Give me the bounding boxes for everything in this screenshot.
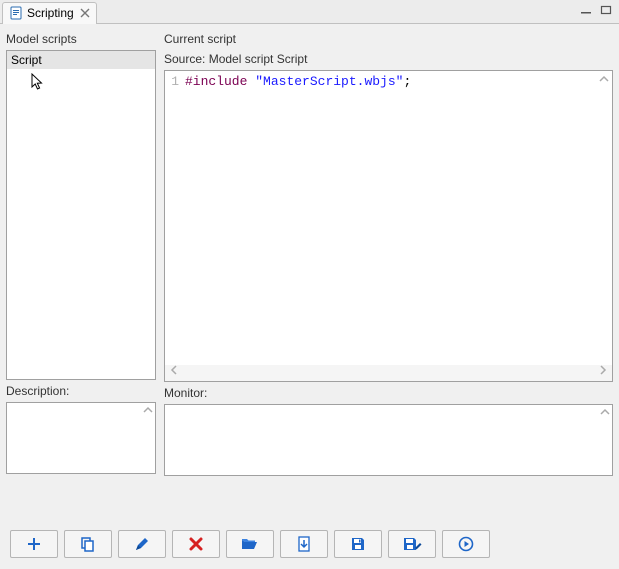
scroll-up-icon [598, 405, 612, 419]
plus-icon [26, 536, 42, 552]
open-button[interactable] [226, 530, 274, 558]
add-button[interactable] [10, 530, 58, 558]
close-tab-icon[interactable] [80, 8, 90, 18]
scroll-right-icon [594, 365, 612, 381]
pencil-icon [134, 536, 150, 552]
tab-bar: Scripting [0, 0, 619, 24]
edit-button[interactable] [118, 530, 166, 558]
copy-button[interactable] [64, 530, 112, 558]
run-button[interactable] [442, 530, 490, 558]
current-script-label: Current script [164, 32, 613, 46]
x-icon [188, 536, 204, 552]
model-scripts-list[interactable]: Script [6, 50, 156, 380]
play-circle-icon [458, 536, 474, 552]
toolbar [0, 524, 619, 564]
floppy-pencil-icon [402, 536, 422, 552]
right-panel: Current script Source: Model script Scri… [164, 30, 613, 518]
scroll-up-icon [596, 71, 612, 87]
editor-content[interactable]: #include "MasterScript.wbjs"; [185, 73, 596, 90]
mouse-cursor-icon [31, 73, 45, 91]
list-item[interactable]: Script [7, 51, 155, 69]
floppy-icon [350, 536, 366, 552]
description-textarea[interactable] [6, 402, 156, 474]
reload-button[interactable] [280, 530, 328, 558]
save-button[interactable] [334, 530, 382, 558]
minimize-button[interactable] [577, 2, 595, 18]
left-panel: Model scripts Script Description: [6, 30, 156, 518]
line-number: 1 [165, 73, 183, 90]
copy-icon [80, 536, 96, 552]
remove-button[interactable] [172, 530, 220, 558]
maximize-button[interactable] [597, 2, 615, 18]
editor-gutter: 1 [165, 71, 183, 90]
open-folder-icon [241, 536, 259, 552]
file-reload-icon [296, 536, 312, 552]
script-file-icon [9, 6, 23, 20]
monitor-textarea[interactable] [164, 404, 613, 476]
source-name: Model script Script [209, 52, 308, 66]
model-scripts-label: Model scripts [6, 32, 156, 46]
scroll-left-icon [165, 365, 183, 381]
source-line: Source: Model script Script [164, 52, 613, 66]
source-prefix: Source: [164, 52, 209, 66]
scroll-up-icon [141, 403, 155, 417]
script-editor[interactable]: 1 #include "MasterScript.wbjs"; [164, 70, 613, 382]
tab-scripting[interactable]: Scripting [2, 2, 97, 24]
save-as-button[interactable] [388, 530, 436, 558]
editor-horizontal-scrollbar[interactable] [165, 365, 612, 381]
main-area: Model scripts Script Description: Curren… [0, 24, 619, 524]
monitor-label: Monitor: [164, 386, 613, 400]
description-label: Description: [6, 384, 156, 398]
tab-title: Scripting [27, 6, 74, 20]
